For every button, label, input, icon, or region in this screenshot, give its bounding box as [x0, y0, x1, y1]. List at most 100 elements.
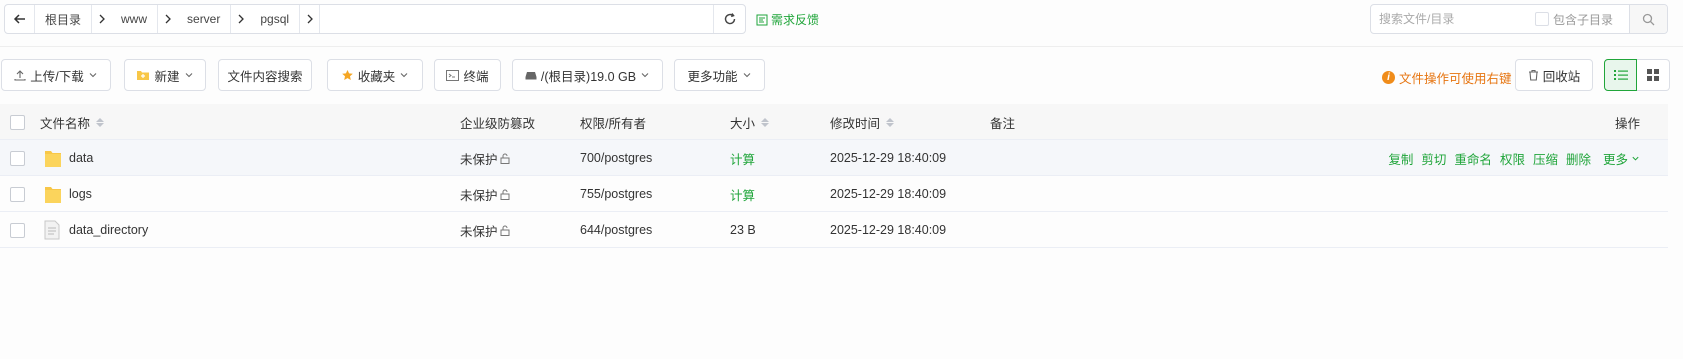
- favorites-label: 收藏夹: [357, 69, 396, 84]
- back-button[interactable]: [5, 5, 35, 33]
- unlock-icon: [500, 153, 511, 164]
- protect-status[interactable]: 未保护: [460, 212, 511, 248]
- chevron-down-icon: [743, 73, 750, 78]
- header-perm: 权限/所有者: [580, 104, 646, 140]
- new-folder-icon: [137, 71, 150, 80]
- copy-action[interactable]: 复制: [1388, 149, 1413, 168]
- breadcrumb-label: pgsql: [260, 12, 290, 26]
- content-search-button[interactable]: 文件内容搜索: [218, 59, 312, 91]
- sort-icon: [886, 117, 895, 127]
- breadcrumb-server[interactable]: server: [177, 5, 250, 33]
- trash-icon: [1528, 69, 1538, 81]
- top-bar: 根目录 www server pgsql 需求反馈 包含子目录: [0, 0, 1683, 44]
- right-click-tip: i 文件操作可使用右键: [1382, 68, 1512, 87]
- refresh-icon: [724, 13, 735, 25]
- sort-icon: [761, 117, 770, 127]
- grid-view-button[interactable]: [1637, 59, 1670, 91]
- file-name[interactable]: data: [69, 140, 93, 176]
- row-checkbox[interactable]: [10, 223, 25, 238]
- list-view-icon: [1613, 70, 1628, 80]
- list-view-button[interactable]: [1604, 59, 1637, 91]
- header-ops-label: 操作: [1615, 116, 1641, 131]
- path-input-area[interactable]: [320, 5, 713, 33]
- chevron-right-icon: [157, 5, 177, 33]
- cut-action[interactable]: 剪切: [1421, 149, 1446, 168]
- file-name[interactable]: data_directory: [69, 212, 148, 248]
- recycle-label: 回收站: [1542, 69, 1581, 84]
- chevron-down-icon: [1632, 156, 1639, 161]
- upload-icon: [14, 70, 26, 81]
- new-button[interactable]: 新建: [124, 59, 206, 91]
- table-row[interactable]: data_directory 未保护 644/postgres 23 B 202…: [0, 212, 1668, 248]
- header-mtime-label: 修改时间: [830, 116, 881, 131]
- protect-status[interactable]: 未保护: [460, 176, 511, 212]
- header-size[interactable]: 大小: [730, 104, 770, 140]
- header-perm-label: 权限/所有者: [580, 116, 646, 131]
- disk-icon: [525, 72, 537, 80]
- recycle-bin-button[interactable]: 回收站: [1515, 59, 1593, 91]
- terminal-icon: [446, 69, 460, 81]
- protect-status[interactable]: 未保护: [460, 140, 511, 176]
- folder-icon: [44, 176, 62, 212]
- header-ops: 操作: [1615, 104, 1640, 140]
- favorites-button[interactable]: 收藏夹: [327, 59, 423, 91]
- chevron-down-icon: [400, 73, 408, 78]
- chevron-right-icon: [91, 5, 111, 33]
- file-name[interactable]: logs: [69, 176, 92, 212]
- divider: [0, 46, 1683, 47]
- more-label: 更多: [1602, 152, 1628, 167]
- upload-label: 上传/下载: [30, 69, 84, 84]
- terminal-label: 终端: [463, 69, 489, 84]
- toolbar: 上传/下载 新建 文件内容搜索 收藏夹 终端 /(根目录)19.0 GB 更多功…: [0, 59, 1683, 91]
- header-mtime[interactable]: 修改时间: [830, 104, 895, 140]
- rename-action[interactable]: 重命名: [1454, 149, 1492, 168]
- table-row[interactable]: data 未保护 700/postgres 计算 2025-12-29 18:4…: [0, 140, 1668, 176]
- breadcrumb-pgsql[interactable]: pgsql: [250, 5, 321, 33]
- checkbox-box[interactable]: [1535, 12, 1549, 26]
- header-size-label: 大小: [730, 116, 756, 131]
- search-input[interactable]: [1371, 5, 1531, 33]
- more-action[interactable]: 更多: [1603, 149, 1640, 168]
- breadcrumb-www[interactable]: www: [111, 5, 177, 33]
- chevron-down-icon: [185, 73, 192, 78]
- file-icon: [44, 212, 60, 248]
- include-subdir-checkbox[interactable]: 包含子目录: [1535, 11, 1613, 28]
- perm-owner[interactable]: 700/postgres: [580, 140, 652, 176]
- row-checkbox[interactable]: [10, 187, 25, 202]
- grid-view-icon: [1647, 69, 1659, 81]
- size-calc[interactable]: 计算: [730, 176, 755, 212]
- refresh-button[interactable]: [713, 5, 745, 33]
- search-box: 包含子目录: [1370, 4, 1668, 34]
- terminal-button[interactable]: 终端: [434, 59, 501, 91]
- breadcrumb-root[interactable]: 根目录: [35, 5, 111, 33]
- perm-owner[interactable]: 644/postgres: [580, 212, 652, 248]
- row-checkbox[interactable]: [10, 151, 25, 166]
- disk-button[interactable]: /(根目录)19.0 GB: [512, 59, 663, 91]
- mtime: 2025-12-29 18:40:09: [830, 187, 947, 201]
- search-button[interactable]: [1629, 5, 1667, 33]
- table-row[interactable]: logs 未保护 755/postgres 计算 2025-12-29 18:4…: [0, 176, 1668, 212]
- chevron-right-icon: [299, 5, 319, 33]
- compress-action[interactable]: 压缩: [1533, 149, 1558, 168]
- sort-icon: [96, 117, 105, 127]
- protect-label: 未保护: [460, 152, 498, 167]
- breadcrumb-label: www: [121, 12, 148, 26]
- new-label: 新建: [154, 69, 180, 84]
- header-name[interactable]: 文件名称: [40, 104, 105, 140]
- header-protect-label: 企业级防篡改: [460, 116, 536, 131]
- more-functions-label: 更多功能: [687, 69, 738, 84]
- permission-action[interactable]: 权限: [1500, 149, 1525, 168]
- feedback-label: 需求反馈: [771, 13, 820, 27]
- folder-icon: [44, 140, 62, 176]
- star-icon: [341, 69, 353, 80]
- select-all-checkbox[interactable]: [10, 115, 25, 130]
- delete-action[interactable]: 删除: [1566, 149, 1591, 168]
- tip-label: 文件操作可使用右键: [1399, 72, 1512, 86]
- feedback-link[interactable]: 需求反馈: [756, 11, 819, 28]
- upload-download-button[interactable]: 上传/下载: [1, 59, 111, 91]
- perm-owner[interactable]: 755/postgres: [580, 176, 652, 212]
- more-functions-button[interactable]: 更多功能: [674, 59, 765, 91]
- size-calc[interactable]: 计算: [730, 140, 755, 176]
- include-subdir-label: 包含子目录: [1553, 12, 1614, 27]
- arrow-left-icon: [13, 14, 25, 24]
